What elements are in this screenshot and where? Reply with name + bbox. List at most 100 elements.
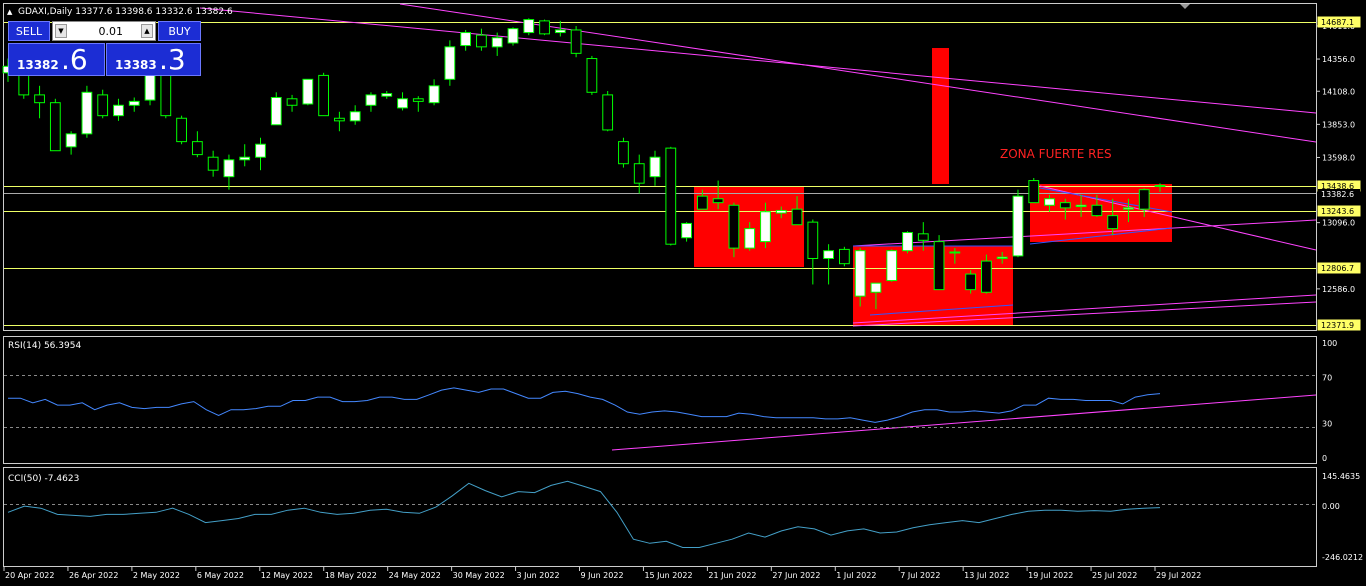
price-tick-label: 14108.0	[1322, 87, 1355, 96]
one-click-trading-panel: SELL ▼ ▲ BUY 13382 .6 13383 .3	[8, 21, 203, 76]
rsi-tick-label: 70	[1322, 374, 1332, 383]
price-tick-label: 14356.0	[1322, 55, 1355, 64]
candle-body	[775, 209, 787, 214]
cci-tick-label: 145.4635	[1322, 472, 1360, 481]
candle-body	[318, 74, 330, 117]
candle-body	[34, 94, 45, 104]
date-tick-label: 30 May 2022	[453, 571, 505, 580]
date-tick-label: 15 Jun 2022	[644, 571, 692, 580]
price-level-label: 13243.6	[1321, 207, 1354, 216]
candle-body	[807, 221, 819, 259]
candle-body	[255, 143, 266, 158]
candle-body	[712, 198, 724, 204]
candle-body	[412, 98, 424, 102]
candle-body	[349, 111, 361, 122]
candle-body	[886, 250, 898, 282]
date-tick-label: 7 Jul 2022	[900, 571, 940, 580]
rsi-series-line	[8, 387, 1161, 423]
candle-body	[728, 204, 740, 249]
lot-size-input[interactable]	[69, 23, 123, 39]
candle-body	[523, 19, 535, 34]
date-tick-label: 29 Jul 2022	[1156, 571, 1201, 580]
sell-price-button[interactable]: 13382 .6	[8, 43, 105, 76]
lot-size-stepper[interactable]: ▼ ▲	[52, 21, 156, 41]
cci-axis: 145.4635 0.00 -246.0212	[1322, 472, 1363, 562]
candle-body	[554, 29, 566, 34]
candle-body	[81, 91, 93, 135]
candle-body	[460, 32, 472, 47]
candle-body	[334, 117, 345, 122]
candle-body	[791, 208, 803, 226]
date-tick-label: 13 Jul 2022	[964, 571, 1009, 580]
date-tick-label: 19 Jul 2022	[1028, 571, 1073, 580]
candle-body	[933, 241, 945, 291]
date-tick-label: 24 May 2022	[389, 571, 441, 580]
rsi-levels	[4, 375, 1316, 428]
candle-body	[586, 58, 598, 93]
candle-body	[1123, 207, 1134, 210]
candle-body	[207, 156, 219, 171]
candle-body	[917, 233, 929, 241]
candle-body	[1154, 184, 1166, 187]
buy-button[interactable]: BUY	[158, 21, 201, 41]
price-level-label: 14687.1	[1321, 18, 1354, 27]
price-tick-label: 13853.0	[1322, 120, 1355, 129]
candle-body	[97, 94, 109, 117]
candle-body	[270, 96, 282, 126]
candle-body	[760, 211, 771, 243]
cci-series-line	[7, 480, 1161, 548]
rsi-tick-label: 30	[1322, 420, 1332, 429]
cci-tick-label: 0.00	[1322, 502, 1340, 511]
candle-body	[649, 156, 661, 178]
candle-body	[365, 94, 377, 106]
candle-body	[1075, 204, 1087, 208]
scroll-marker[interactable]	[1180, 4, 1190, 9]
date-tick-label: 9 Jun 2022	[581, 571, 624, 580]
candle-body	[428, 85, 440, 104]
date-tick-label: 27 Jun 2022	[772, 571, 820, 580]
candle-body	[570, 29, 582, 54]
rsi-tick-label: 100	[1322, 339, 1337, 348]
zone-vertical-bar	[932, 48, 949, 184]
buy-price-fraction: .3	[159, 43, 186, 76]
buy-price-button[interactable]: 13383 .3	[106, 43, 201, 76]
candle-body	[128, 100, 140, 106]
candle-body	[1091, 204, 1103, 217]
candle-body	[507, 28, 519, 44]
candle-body	[223, 159, 235, 178]
cci-title: CCI(50) -7.4623	[8, 474, 79, 484]
candle-body	[397, 98, 408, 109]
candle-body	[1059, 202, 1071, 209]
candle-body	[618, 141, 629, 165]
rsi-tick-label: 0	[1322, 454, 1327, 463]
buy-price-main: 13383	[115, 58, 157, 72]
candle-body	[176, 117, 187, 143]
sell-price-fraction: .6	[61, 43, 88, 76]
candle-body	[870, 282, 882, 293]
sell-price-main: 13382	[17, 58, 59, 72]
chevron-down-icon[interactable]: ▼	[55, 24, 67, 38]
chevron-up-icon[interactable]: ▲	[141, 24, 153, 38]
candle-body	[476, 34, 487, 48]
rsi-axis: 100 70 30 0	[1322, 339, 1337, 463]
header-arrow: ▲	[7, 8, 13, 16]
chart-canvas: ▲ GDAXI,Daily 13377.6 13398.6 13332.6 13…	[2, 3, 1363, 580]
price-axis: 14611.014356.014108.013853.013598.013096…	[1316, 22, 1355, 294]
price-tick-label: 13598.0	[1322, 153, 1355, 162]
price-level-label: 12371.9	[1321, 321, 1354, 330]
candle-body	[444, 46, 456, 80]
price-tick-label: 13096.0	[1322, 219, 1355, 228]
candle-body	[949, 251, 961, 254]
candle-body	[49, 102, 61, 152]
candle-body	[286, 98, 298, 106]
rsi-panel-frame	[3, 336, 1317, 464]
price-level-label: 12806.7	[1321, 264, 1354, 273]
cci-tick-label: -246.0212	[1322, 553, 1363, 562]
price-tick-label: 12586.0	[1322, 285, 1355, 294]
sell-button[interactable]: SELL	[8, 21, 50, 41]
date-tick-label: 20 Apr 2022	[5, 571, 54, 580]
candle-body	[239, 156, 251, 161]
cci-panel-frame	[3, 467, 1317, 567]
candle-body	[744, 228, 756, 249]
candle-body	[902, 232, 913, 252]
